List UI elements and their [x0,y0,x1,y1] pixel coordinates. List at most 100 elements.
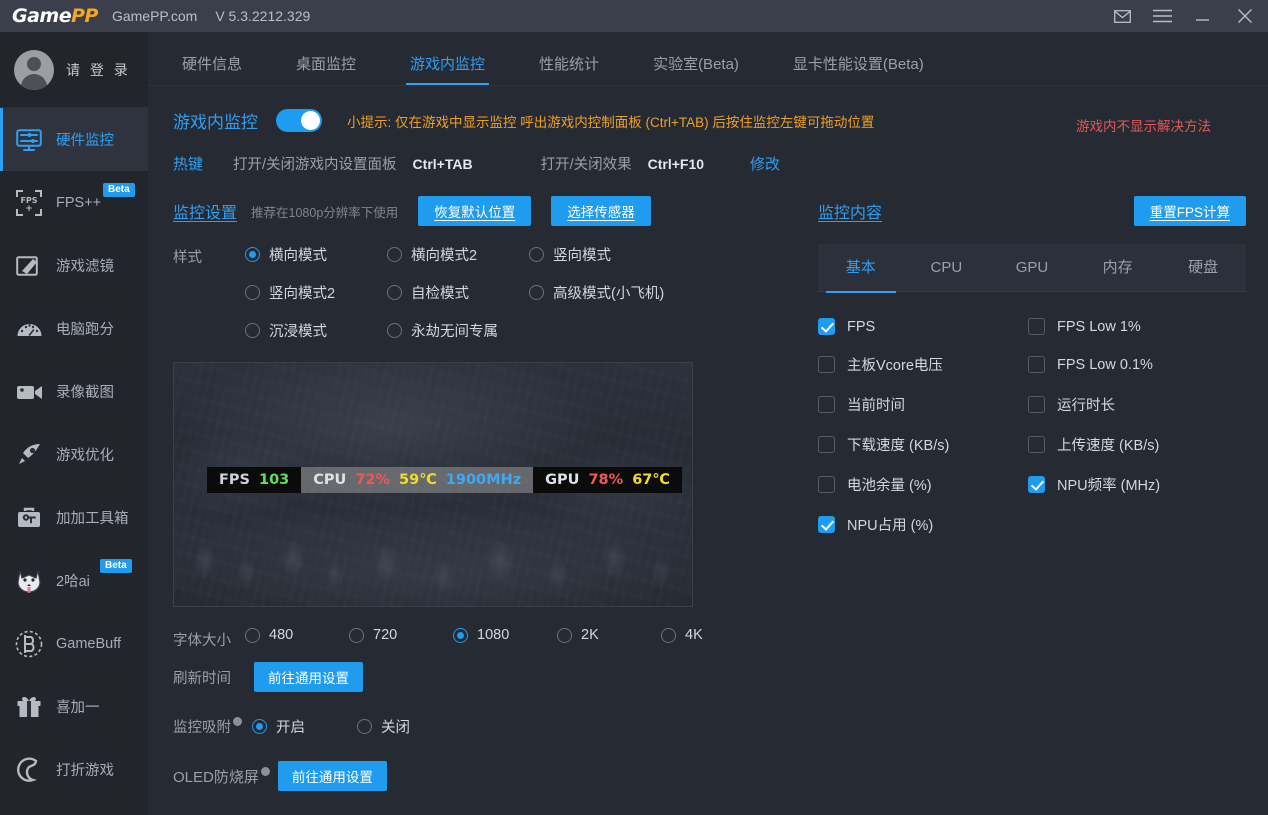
refresh-goto-general-settings-button[interactable]: 前往通用设置 [254,662,363,692]
info-icon[interactable] [260,766,270,776]
font-size-radio-1080[interactable]: 1080 [453,627,557,643]
sidebar-item-fps-plus[interactable]: FPS + FPS++ Beta [0,171,148,234]
tab-cpu[interactable]: CPU [904,244,990,292]
tab-memory[interactable]: 内存 [1075,244,1161,292]
radio-dot [245,323,260,338]
checkbox-label: 上传速度 (KB/s) [1057,438,1160,454]
checkbox-label: 电池余量 (%) [847,478,932,494]
monitor-content-checkbox-group: FPS FPS Low 1% 主板Vcore电压 FPS Low 0.1% 当前… [818,318,1238,554]
sidebar-item-discount-games[interactable]: 打折游戏 [0,738,148,801]
tab-gpu[interactable]: GPU [989,244,1075,292]
restore-default-position-button[interactable]: 恢复默认位置 [418,196,532,226]
sidebar-item-gamebuff[interactable]: GameBuff [0,612,148,675]
monitor-snap-radio-off[interactable]: 关闭 [357,716,462,737]
sidebar-item-game-optimize[interactable]: 游戏优化 [0,423,148,486]
hotkey-modify-link[interactable]: 修改 [750,153,780,174]
style-radio-naraka[interactable]: 永劫无间专属 [387,320,529,341]
checkbox-fps-low-1[interactable]: FPS Low 1% [1028,318,1238,335]
menu-icon[interactable] [1142,0,1182,32]
radio-dot [529,285,544,300]
radio-label: 2K [581,627,599,643]
main-content: 硬件信息 桌面监控 游戏内监控 性能统计 实验室(Beta) 显卡性能设置(Be… [148,32,1268,815]
tab-disk[interactable]: 硬盘 [1160,244,1246,292]
close-icon[interactable] [1222,0,1268,32]
camera-icon [14,377,44,407]
checkbox-upload-speed[interactable]: 上传速度 (KB/s) [1028,434,1238,455]
style-radio-horizontal2[interactable]: 横向模式2 [387,244,529,265]
checkbox-fps-low-01[interactable]: FPS Low 0.1% [1028,354,1238,375]
checkbox-label: NPU占用 (%) [847,518,934,534]
osd-cpu-segment: CPU 72% 59℃ 1900MHz [301,467,534,493]
osd-gpu-key: GPU [545,472,580,488]
settings-columns: 监控设置 推荐在1080p分辨率下使用 恢复默认位置 选择传感器 样式 横向模式… [148,174,1268,791]
radio-label: 横向模式 [269,248,327,264]
mail-icon[interactable] [1102,0,1142,32]
sidebar-item-hardware-monitor[interactable]: 硬件监控 [0,108,148,171]
style-radio-advanced[interactable]: 高级模式(小飞机) [529,282,671,303]
radio-dot [357,719,372,734]
checkbox-npu-frequency[interactable]: NPU频率 (MHz) [1028,474,1238,495]
select-sensor-button[interactable]: 选择传感器 [551,196,651,226]
checkbox-current-time[interactable]: 当前时间 [818,394,1028,415]
osd-cpu-clock: 1900MHz [445,472,522,488]
radio-label: 高级模式(小飞机) [553,286,665,302]
refresh-time-label: 刷新时间 [173,670,231,687]
sidebar-item-free-games[interactable]: 喜加一 [0,675,148,738]
radio-label: 480 [269,627,294,643]
sidebar-item-game-filter[interactable]: 游戏滤镜 [0,234,148,297]
font-size-radio-2k[interactable]: 2K [557,627,661,643]
avatar [14,49,54,90]
style-radio-selfcheck[interactable]: 自检模式 [387,282,529,303]
checkbox-box [818,396,835,413]
sidebar-item-recording[interactable]: 录像截图 [0,360,148,423]
ingame-not-showing-warning[interactable]: 游戏内不显示解决方法 [1076,115,1211,135]
font-size-radio-480[interactable]: 480 [245,627,349,643]
monitor-snap-label: 监控吸附 [173,716,242,737]
checkbox-box [818,516,835,533]
oled-goto-general-settings-button[interactable]: 前往通用设置 [277,761,387,791]
sidebar-item-label: FPS++ [56,194,102,211]
window-controls [1102,0,1268,32]
style-radio-vertical[interactable]: 竖向模式 [529,244,671,265]
osd-gpu-temp: 67℃ [632,472,670,488]
checkbox-mb-vcore[interactable]: 主板Vcore电压 [818,354,1028,375]
font-size-radio-4k[interactable]: 4K [661,627,761,643]
reset-fps-calculation-button[interactable]: 重置FPS计算 [1133,196,1246,226]
hotkey-effect-key: Ctrl+F10 [647,155,705,172]
gift-icon [14,692,44,722]
sidebar-item-husky-ai[interactable]: 2哈ai Beta [0,549,148,612]
radio-dot [387,285,402,300]
tab-performance-stats[interactable]: 性能统计 [529,53,609,85]
ingame-monitor-toggle[interactable] [276,109,322,132]
font-size-radio-group: 480 720 1080 2K 4K [245,627,775,660]
sidebar-item-toolbox[interactable]: 加加工具箱 [0,486,148,549]
font-size-label: 字体大小 [173,633,231,649]
tab-lab-beta[interactable]: 实验室(Beta) [643,53,749,85]
tab-ingame-monitor[interactable]: 游戏内监控 [400,53,495,85]
sidebar-item-benchmark[interactable]: 电脑跑分 [0,297,148,360]
discount-icon [14,755,44,785]
checkbox-battery-level[interactable]: 电池余量 (%) [818,474,1028,495]
checkbox-uptime[interactable]: 运行时长 [1028,394,1238,415]
style-radio-immersive[interactable]: 沉浸模式 [245,320,387,341]
checkbox-box [1028,396,1045,413]
style-radio-vertical2[interactable]: 竖向模式2 [245,282,387,303]
checkbox-download-speed[interactable]: 下载速度 (KB/s) [818,434,1028,455]
account-area[interactable]: 请 登 录 [0,32,148,108]
font-size-radio-720[interactable]: 720 [349,627,453,643]
osd-preview[interactable]: FPS 103 CPU 72% 59℃ 1900MHz GPU 78% 67℃ [173,362,693,607]
checkbox-npu-usage[interactable]: NPU占用 (%) [818,514,1028,535]
tab-basic[interactable]: 基本 [818,244,904,293]
tab-gpu-perf-settings-beta[interactable]: 显卡性能设置(Beta) [783,53,934,85]
tab-desktop-monitor[interactable]: 桌面监控 [286,53,366,85]
radio-dot [245,247,260,262]
checkbox-fps[interactable]: FPS [818,318,1028,335]
tab-hardware-info[interactable]: 硬件信息 [172,53,252,85]
minimize-icon[interactable] [1182,0,1222,32]
monitor-snap-radio-on[interactable]: 开启 [252,716,357,737]
sidebar-item-label: 游戏优化 [56,448,114,464]
husky-icon [14,566,44,596]
osd-fps-key: FPS [219,472,250,488]
style-radio-horizontal[interactable]: 横向模式 [245,244,387,265]
info-icon[interactable] [233,717,242,727]
